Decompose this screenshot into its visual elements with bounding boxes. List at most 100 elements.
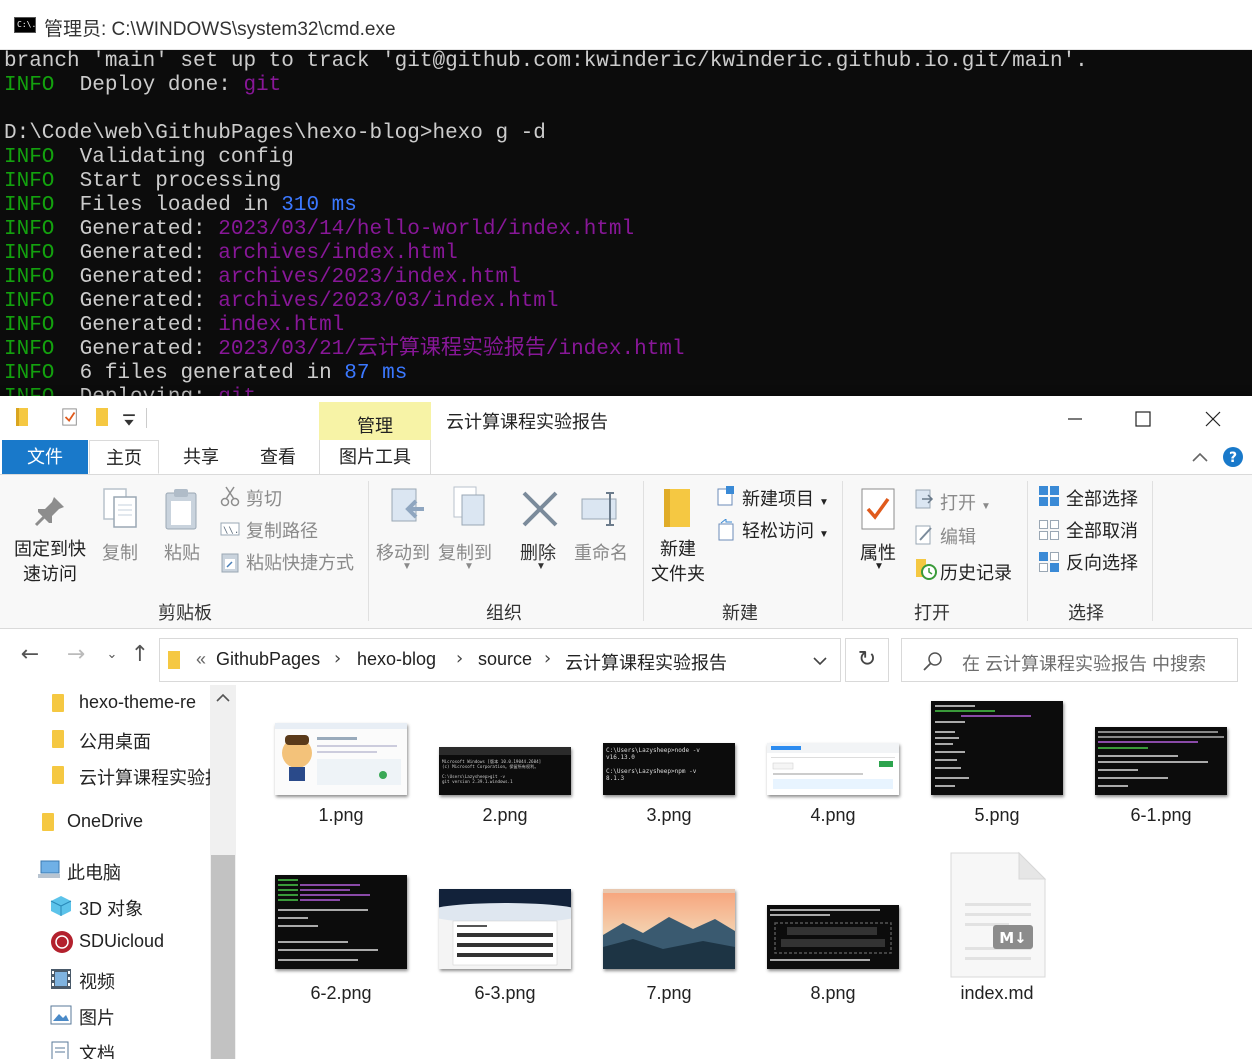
address-row: ← → ⌄ ↑ « GithubPages › hexo-blog › sour… — [0, 629, 1252, 685]
nav-item-this-pc[interactable]: 此电脑 — [0, 852, 210, 888]
file-item[interactable]: 7.png — [588, 875, 750, 1045]
maximize-button[interactable] — [1120, 402, 1166, 436]
help-icon[interactable]: ? — [1222, 446, 1244, 468]
console-text: Files loaded in — [54, 194, 282, 217]
scroll-up-chevron-icon[interactable] — [214, 691, 232, 705]
tab-manage[interactable]: 管理 — [319, 402, 431, 443]
paste-button[interactable]: 粘贴 — [164, 539, 200, 565]
open-chevron-icon: ▼ — [981, 501, 991, 512]
file-list: 1.png Microsoft Windows [版本 10.0.19044.2… — [240, 685, 1252, 1059]
file-item[interactable]: 1.png — [260, 703, 422, 873]
select-all-icon — [1039, 486, 1059, 506]
forward-arrow-icon[interactable]: → — [64, 643, 88, 667]
delete-chevron-icon[interactable]: ▼ — [536, 561, 546, 572]
file-item[interactable]: 6-3.png — [424, 875, 586, 1045]
group-separator — [1027, 481, 1028, 621]
breadcrumb-hexo-blog[interactable]: hexo-blog — [357, 649, 436, 670]
timing-text: 87 ms — [344, 362, 408, 385]
nav-item-hexo-theme[interactable]: hexo-theme-re — [0, 685, 210, 721]
nav-item-onedrive[interactable]: OneDrive — [0, 804, 210, 840]
history-button[interactable]: 历史记录 — [940, 559, 1012, 585]
ribbon-home: 固定到快速访问 复制 粘贴 剪切 \\.. 复制路径 粘贴快捷方式 剪贴板 移动… — [0, 475, 1252, 629]
file-item[interactable]: 4.png — [752, 703, 914, 873]
refresh-icon[interactable]: ↻ — [845, 638, 889, 682]
nav-item-3d-objects[interactable]: 3D 对象 — [0, 888, 210, 924]
new-folder-button[interactable]: 新建 文件夹 — [650, 537, 706, 587]
file-item[interactable]: M↓ index.md — [916, 851, 1078, 1045]
rename-button[interactable]: 重命名 — [574, 539, 628, 565]
nav-item-sduicloud[interactable]: SDUicloud — [0, 924, 210, 960]
image-thumbnail — [1095, 727, 1227, 795]
move-to-icon — [391, 488, 424, 522]
documents-icon — [51, 1041, 69, 1059]
cut-button[interactable]: 剪切 — [246, 485, 282, 511]
breadcrumb-overflow[interactable]: « — [196, 649, 206, 670]
nav-item-pictures[interactable]: 图片 — [0, 997, 210, 1033]
invert-selection-button[interactable]: 反向选择 — [1066, 549, 1138, 575]
collapse-ribbon-chevron-icon[interactable] — [1190, 449, 1210, 465]
new-item-button[interactable]: 新建项目 ▼ — [742, 485, 829, 511]
copy-path-button[interactable]: 复制路径 — [246, 517, 318, 543]
file-item[interactable]: 6-1.png — [1080, 703, 1242, 873]
paste-shortcut-button[interactable]: 粘贴快捷方式 — [246, 549, 354, 575]
up-arrow-icon[interactable]: ↑ — [128, 643, 152, 667]
file-name: 5.png — [974, 805, 1020, 825]
move-to-chevron-icon[interactable]: ▼ — [402, 561, 412, 572]
tab-view[interactable]: 查看 — [245, 440, 311, 474]
minimize-button[interactable] — [1052, 402, 1098, 436]
nav-item-current-folder[interactable]: 云计算课程实验报 — [0, 757, 210, 793]
select-none-button[interactable]: 全部取消 — [1066, 517, 1138, 543]
copy-to-chevron-icon[interactable]: ▼ — [464, 561, 474, 572]
breadcrumb-chevron-icon[interactable]: › — [334, 648, 341, 669]
console-line: INFO Deploying: git — [4, 386, 256, 396]
customize-qat-chevron-icon[interactable] — [122, 412, 136, 430]
cmd-console[interactable]: branch 'main' set up to track 'git@githu… — [0, 50, 1252, 396]
new-item-chevron-icon: ▼ — [819, 497, 829, 508]
breadcrumb-current-folder[interactable]: 云计算课程实验报告 — [565, 649, 727, 675]
file-item[interactable]: 6-2.png — [260, 875, 422, 1045]
tab-picture-tools[interactable]: 图片工具 — [319, 440, 431, 474]
breadcrumb-chevron-icon[interactable]: › — [544, 648, 551, 669]
nav-item-documents[interactable]: 文档 — [0, 1033, 210, 1059]
edit-button[interactable]: 编辑 — [940, 523, 976, 549]
copy-button[interactable]: 复制 — [102, 539, 138, 565]
folder-icon — [168, 651, 180, 669]
open-button[interactable]: 打开 ▼ — [940, 489, 991, 515]
file-item[interactable]: Microsoft Windows [版本 10.0.19044.2604] (c… — [424, 703, 586, 873]
file-name: 8.png — [810, 983, 856, 1003]
breadcrumb-source[interactable]: source — [478, 649, 532, 670]
video-icon — [51, 969, 71, 989]
cmd-titlebar: C:\. 管理员: C:\WINDOWS\system32\cmd.exe — [0, 0, 1252, 50]
console-line: INFO Start processing — [4, 170, 281, 194]
file-item[interactable]: 5.png — [916, 701, 1078, 873]
file-item[interactable]: 8.png — [752, 875, 914, 1045]
breadcrumb-githubpages[interactable]: GithubPages — [216, 649, 320, 670]
nav-item-videos[interactable]: 视频 — [0, 961, 210, 997]
tab-home[interactable]: 主页 — [89, 440, 159, 474]
console-text: Deploying: — [54, 386, 218, 396]
close-button[interactable] — [1190, 402, 1236, 436]
thumb-text: (c) Microsoft Corporation。保留所有权利。 — [442, 763, 539, 770]
nav-item-public-desktop[interactable]: 公用桌面 — [0, 721, 210, 757]
tab-share[interactable]: 共享 — [168, 440, 234, 474]
navigation-pane: hexo-theme-re 公用桌面 云计算课程实验报 OneDrive 此电脑… — [0, 685, 236, 1059]
console-text: D:\Code\web\GithubPages\hexo-blog>hexo g… — [4, 122, 546, 145]
new-folder-icon[interactable] — [96, 408, 110, 426]
copy-path-icon: \\.. — [220, 522, 240, 536]
console-text: branch 'main' set up to track 'git@githu… — [4, 50, 1088, 73]
file-item[interactable]: C:\Users\Lazysheep>node -v v16.13.0 C:\Use… — [588, 703, 750, 873]
breadcrumb-chevron-icon[interactable]: › — [456, 648, 463, 669]
search-box[interactable]: 在 云计算课程实验报告 中搜索 — [901, 638, 1238, 682]
back-arrow-icon[interactable]: ← — [18, 643, 42, 667]
address-dropdown-chevron-icon[interactable] — [812, 655, 828, 667]
address-bar[interactable]: « GithubPages › hexo-blog › source › 云计算… — [159, 638, 841, 682]
easy-access-button[interactable]: 轻松访问 ▼ — [742, 517, 829, 543]
properties-chevron-icon[interactable]: ▼ — [874, 561, 884, 572]
select-all-button[interactable]: 全部选择 — [1066, 485, 1138, 511]
markdown-badge: M↓ — [999, 929, 1027, 947]
pin-quick-access-button[interactable]: 固定到快 速访问 — [14, 537, 86, 587]
tab-file[interactable]: 文件 — [2, 440, 88, 474]
recent-locations-chevron-icon[interactable]: ⌄ — [100, 643, 124, 667]
properties-checkmark-icon[interactable] — [60, 408, 80, 426]
nav-scrollbar-thumb[interactable] — [211, 855, 235, 1059]
